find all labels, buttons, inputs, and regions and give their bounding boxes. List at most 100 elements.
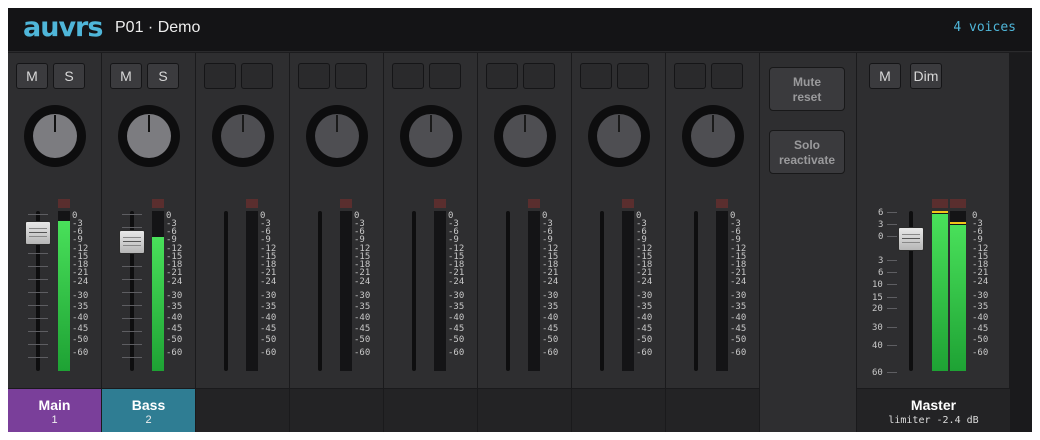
solo-button[interactable]: [523, 63, 555, 89]
mute-button[interactable]: M: [110, 63, 142, 89]
solo-button[interactable]: [335, 63, 367, 89]
db-tick-label: -60: [260, 348, 277, 358]
fader-handle[interactable]: [119, 230, 145, 255]
channel-label[interactable]: [290, 388, 383, 432]
db-scale: 0 -3 -6 -9 -12 -15 -18 -21 -24 -30 -35 -40 -45 -50 -60: [542, 205, 568, 380]
db-tick-label: -40: [166, 313, 183, 323]
mute-button[interactable]: [580, 63, 612, 89]
peak-indicator: [528, 199, 540, 208]
mute-reset-button[interactable]: Mute reset: [769, 67, 845, 111]
db-tick-label: -24: [448, 277, 465, 287]
fader-track[interactable]: [318, 211, 322, 371]
channel-strip: 0 -3 -6 -9 -12 -15 -18 -21 -24 -30 -35 -40 -45 -50 -60: [290, 53, 384, 432]
mute-button[interactable]: [392, 63, 424, 89]
pan-knob[interactable]: [494, 105, 556, 167]
level-meter: [622, 199, 634, 371]
gain-tick-label: 10: [872, 280, 883, 290]
peak-indicator: [434, 199, 446, 208]
db-tick-label: -50: [636, 335, 653, 345]
master-strip: M Dim 6 3 0 3 6 10 15 20 30 40 60 0 -3 -6 -9 -12 -15 -18 -21…: [857, 53, 1010, 432]
gain-tick-label: 20: [872, 304, 883, 314]
channel-strip: M S 0 -3 -6 -9 -12 -15 -18 -21 -24 -30 -35 -40 -45 -50-…: [8, 53, 102, 432]
db-tick-label: -50: [448, 335, 465, 345]
db-tick-label: -45: [730, 324, 747, 334]
db-tick-label: -40: [972, 313, 989, 323]
solo-button[interactable]: S: [53, 63, 85, 89]
channel-label[interactable]: [666, 388, 759, 432]
level-meter: [434, 199, 446, 371]
channel-label[interactable]: Main 1: [8, 388, 101, 432]
solo-button[interactable]: [617, 63, 649, 89]
channel-name: Main: [38, 397, 71, 413]
channel-label[interactable]: [478, 388, 571, 432]
solo-button[interactable]: S: [147, 63, 179, 89]
db-tick-label: -50: [260, 335, 277, 345]
channel-label[interactable]: [196, 388, 289, 432]
mute-button[interactable]: [674, 63, 706, 89]
channel-strip: 0 -3 -6 -9 -12 -15 -18 -21 -24 -30 -35 -40 -45 -50 -60: [196, 53, 290, 432]
pan-knob[interactable]: [400, 105, 462, 167]
mute-button[interactable]: [486, 63, 518, 89]
pan-knob[interactable]: [682, 105, 744, 167]
pan-knob[interactable]: [24, 105, 86, 167]
db-tick-label: -35: [260, 302, 277, 312]
knob-pointer: [242, 115, 244, 132]
master-level-meter: [950, 199, 966, 371]
pan-knob[interactable]: [588, 105, 650, 167]
db-tick-label: -35: [542, 302, 559, 312]
solo-button[interactable]: [241, 63, 273, 89]
mixer-app: auvrs P01 · Demo 4 voices M S 0 -3 -6 -9 -12 -1…: [8, 8, 1032, 432]
mixer-right-edge: [1010, 53, 1032, 432]
db-tick-label: -30: [972, 291, 989, 301]
dim-button[interactable]: Dim: [910, 63, 942, 89]
solo-button[interactable]: [429, 63, 461, 89]
solo-reactivate-button[interactable]: Solo reactivate: [769, 130, 845, 174]
gain-tick-label: 30: [872, 323, 883, 333]
channel-label[interactable]: [572, 388, 665, 432]
voices-count: 4 voices: [953, 20, 1016, 35]
channel-label[interactable]: [384, 388, 477, 432]
mute-button[interactable]: M: [16, 63, 48, 89]
db-tick-label: -35: [730, 302, 747, 312]
db-scale: 0 -3 -6 -9 -12 -15 -18 -21 -24 -30 -35 -40 -45 -50 -60: [166, 205, 192, 380]
db-tick-label: -35: [166, 302, 183, 312]
meter-fill: [932, 214, 948, 371]
solo-button[interactable]: [711, 63, 743, 89]
db-tick-label: -50: [542, 335, 559, 345]
channel-strip: 0 -3 -6 -9 -12 -15 -18 -21 -24 -30 -35 -40 -45 -50 -60: [384, 53, 478, 432]
app-logo: auvrs: [23, 12, 103, 43]
fader-track[interactable]: [224, 211, 228, 371]
db-tick-label: -50: [72, 335, 89, 345]
fader-track[interactable]: [412, 211, 416, 371]
peak-hold: [950, 222, 966, 225]
mute-button[interactable]: [204, 63, 236, 89]
master-label[interactable]: Master limiter -2.4 dB: [857, 388, 1010, 432]
db-tick-label: -50: [972, 335, 989, 345]
master-fader-handle[interactable]: [898, 227, 924, 251]
gain-tick-label: 40: [872, 341, 883, 351]
db-tick-label: -60: [448, 348, 465, 358]
db-tick-label: -30: [166, 291, 183, 301]
pan-knob[interactable]: [306, 105, 368, 167]
fader-track[interactable]: [694, 211, 698, 371]
db-tick-label: -30: [542, 291, 559, 301]
fader-track[interactable]: [506, 211, 510, 371]
fader-handle[interactable]: [25, 220, 51, 245]
gain-tick-label: 6: [878, 208, 884, 218]
db-tick-label: -30: [730, 291, 747, 301]
peak-hold: [932, 211, 948, 214]
gain-tick-label: 0: [878, 232, 884, 242]
db-tick-label: -30: [636, 291, 653, 301]
fader-track[interactable]: [600, 211, 604, 371]
pan-knob[interactable]: [212, 105, 274, 167]
level-meter: [340, 199, 352, 371]
master-mute-button[interactable]: M: [869, 63, 901, 89]
pan-knob[interactable]: [118, 105, 180, 167]
db-tick-label: -40: [72, 313, 89, 323]
db-tick-label: -60: [730, 348, 747, 358]
db-tick-label: -24: [636, 277, 653, 287]
channel-number: 1: [51, 414, 58, 426]
db-tick-label: -45: [354, 324, 371, 334]
channel-label[interactable]: Bass 2: [102, 388, 195, 432]
mute-button[interactable]: [298, 63, 330, 89]
